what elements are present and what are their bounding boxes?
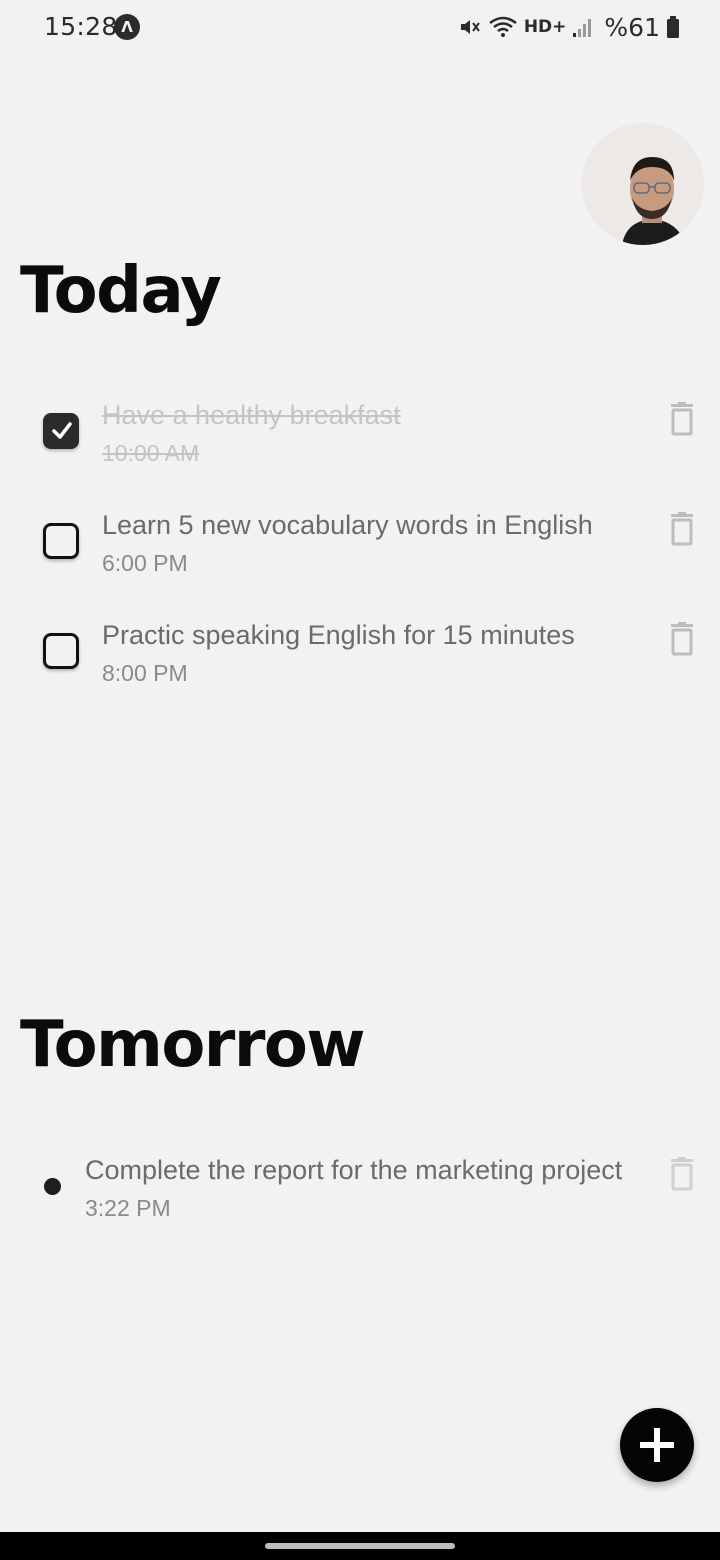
network-label: HD+ xyxy=(523,17,567,37)
battery-level: %61 xyxy=(604,12,660,42)
user-avatar[interactable] xyxy=(582,123,704,245)
navigation-bar xyxy=(0,1532,720,1560)
task-item[interactable]: Complete the report for the marketing pr… xyxy=(0,1151,720,1241)
trash-icon[interactable] xyxy=(669,512,695,546)
task-title: Have a healthy breakfast xyxy=(102,400,401,430)
task-title: Learn 5 new vocabulary words in English xyxy=(102,510,593,540)
task-item[interactable]: Learn 5 new vocabulary words in English … xyxy=(0,506,720,596)
mute-icon xyxy=(460,20,480,34)
task-checkbox-checked[interactable] xyxy=(43,413,79,449)
task-item[interactable]: Have a healthy breakfast 10:00 AM xyxy=(0,396,720,486)
check-icon xyxy=(52,422,72,439)
trash-icon[interactable] xyxy=(669,622,695,656)
signal-icon xyxy=(573,19,592,37)
task-checkbox[interactable] xyxy=(43,633,79,669)
task-title: Practic speaking English for 15 minutes xyxy=(102,620,575,650)
task-time: 8:00 PM xyxy=(102,660,188,686)
trash-icon[interactable] xyxy=(669,402,695,436)
task-time: 6:00 PM xyxy=(102,550,188,576)
screen: 15:28 Λ HD+ %61 Today Have a healthy bre… xyxy=(0,0,720,1560)
app-notification-icon: Λ xyxy=(114,14,140,40)
trash-icon[interactable] xyxy=(669,1157,695,1191)
section-title-today: Today xyxy=(20,254,222,328)
status-bar: 15:28 Λ HD+ %61 xyxy=(0,0,720,56)
bullet-icon xyxy=(44,1178,61,1195)
add-task-button[interactable] xyxy=(620,1408,694,1482)
battery-icon xyxy=(667,16,679,38)
wifi-icon xyxy=(489,16,517,37)
task-checkbox[interactable] xyxy=(43,523,79,559)
section-title-tomorrow: Tomorrow xyxy=(20,1008,366,1082)
status-time: 15:28 xyxy=(44,12,118,41)
plus-icon xyxy=(640,1428,674,1462)
status-icons: HD+ %61 xyxy=(458,12,680,42)
avatar-image xyxy=(582,123,704,245)
task-time: 10:00 AM xyxy=(102,440,200,466)
home-handle[interactable] xyxy=(265,1543,455,1549)
task-time: 3:22 PM xyxy=(85,1195,171,1221)
task-title: Complete the report for the marketing pr… xyxy=(85,1155,623,1185)
task-item[interactable]: Practic speaking English for 15 minutes … xyxy=(0,616,720,706)
